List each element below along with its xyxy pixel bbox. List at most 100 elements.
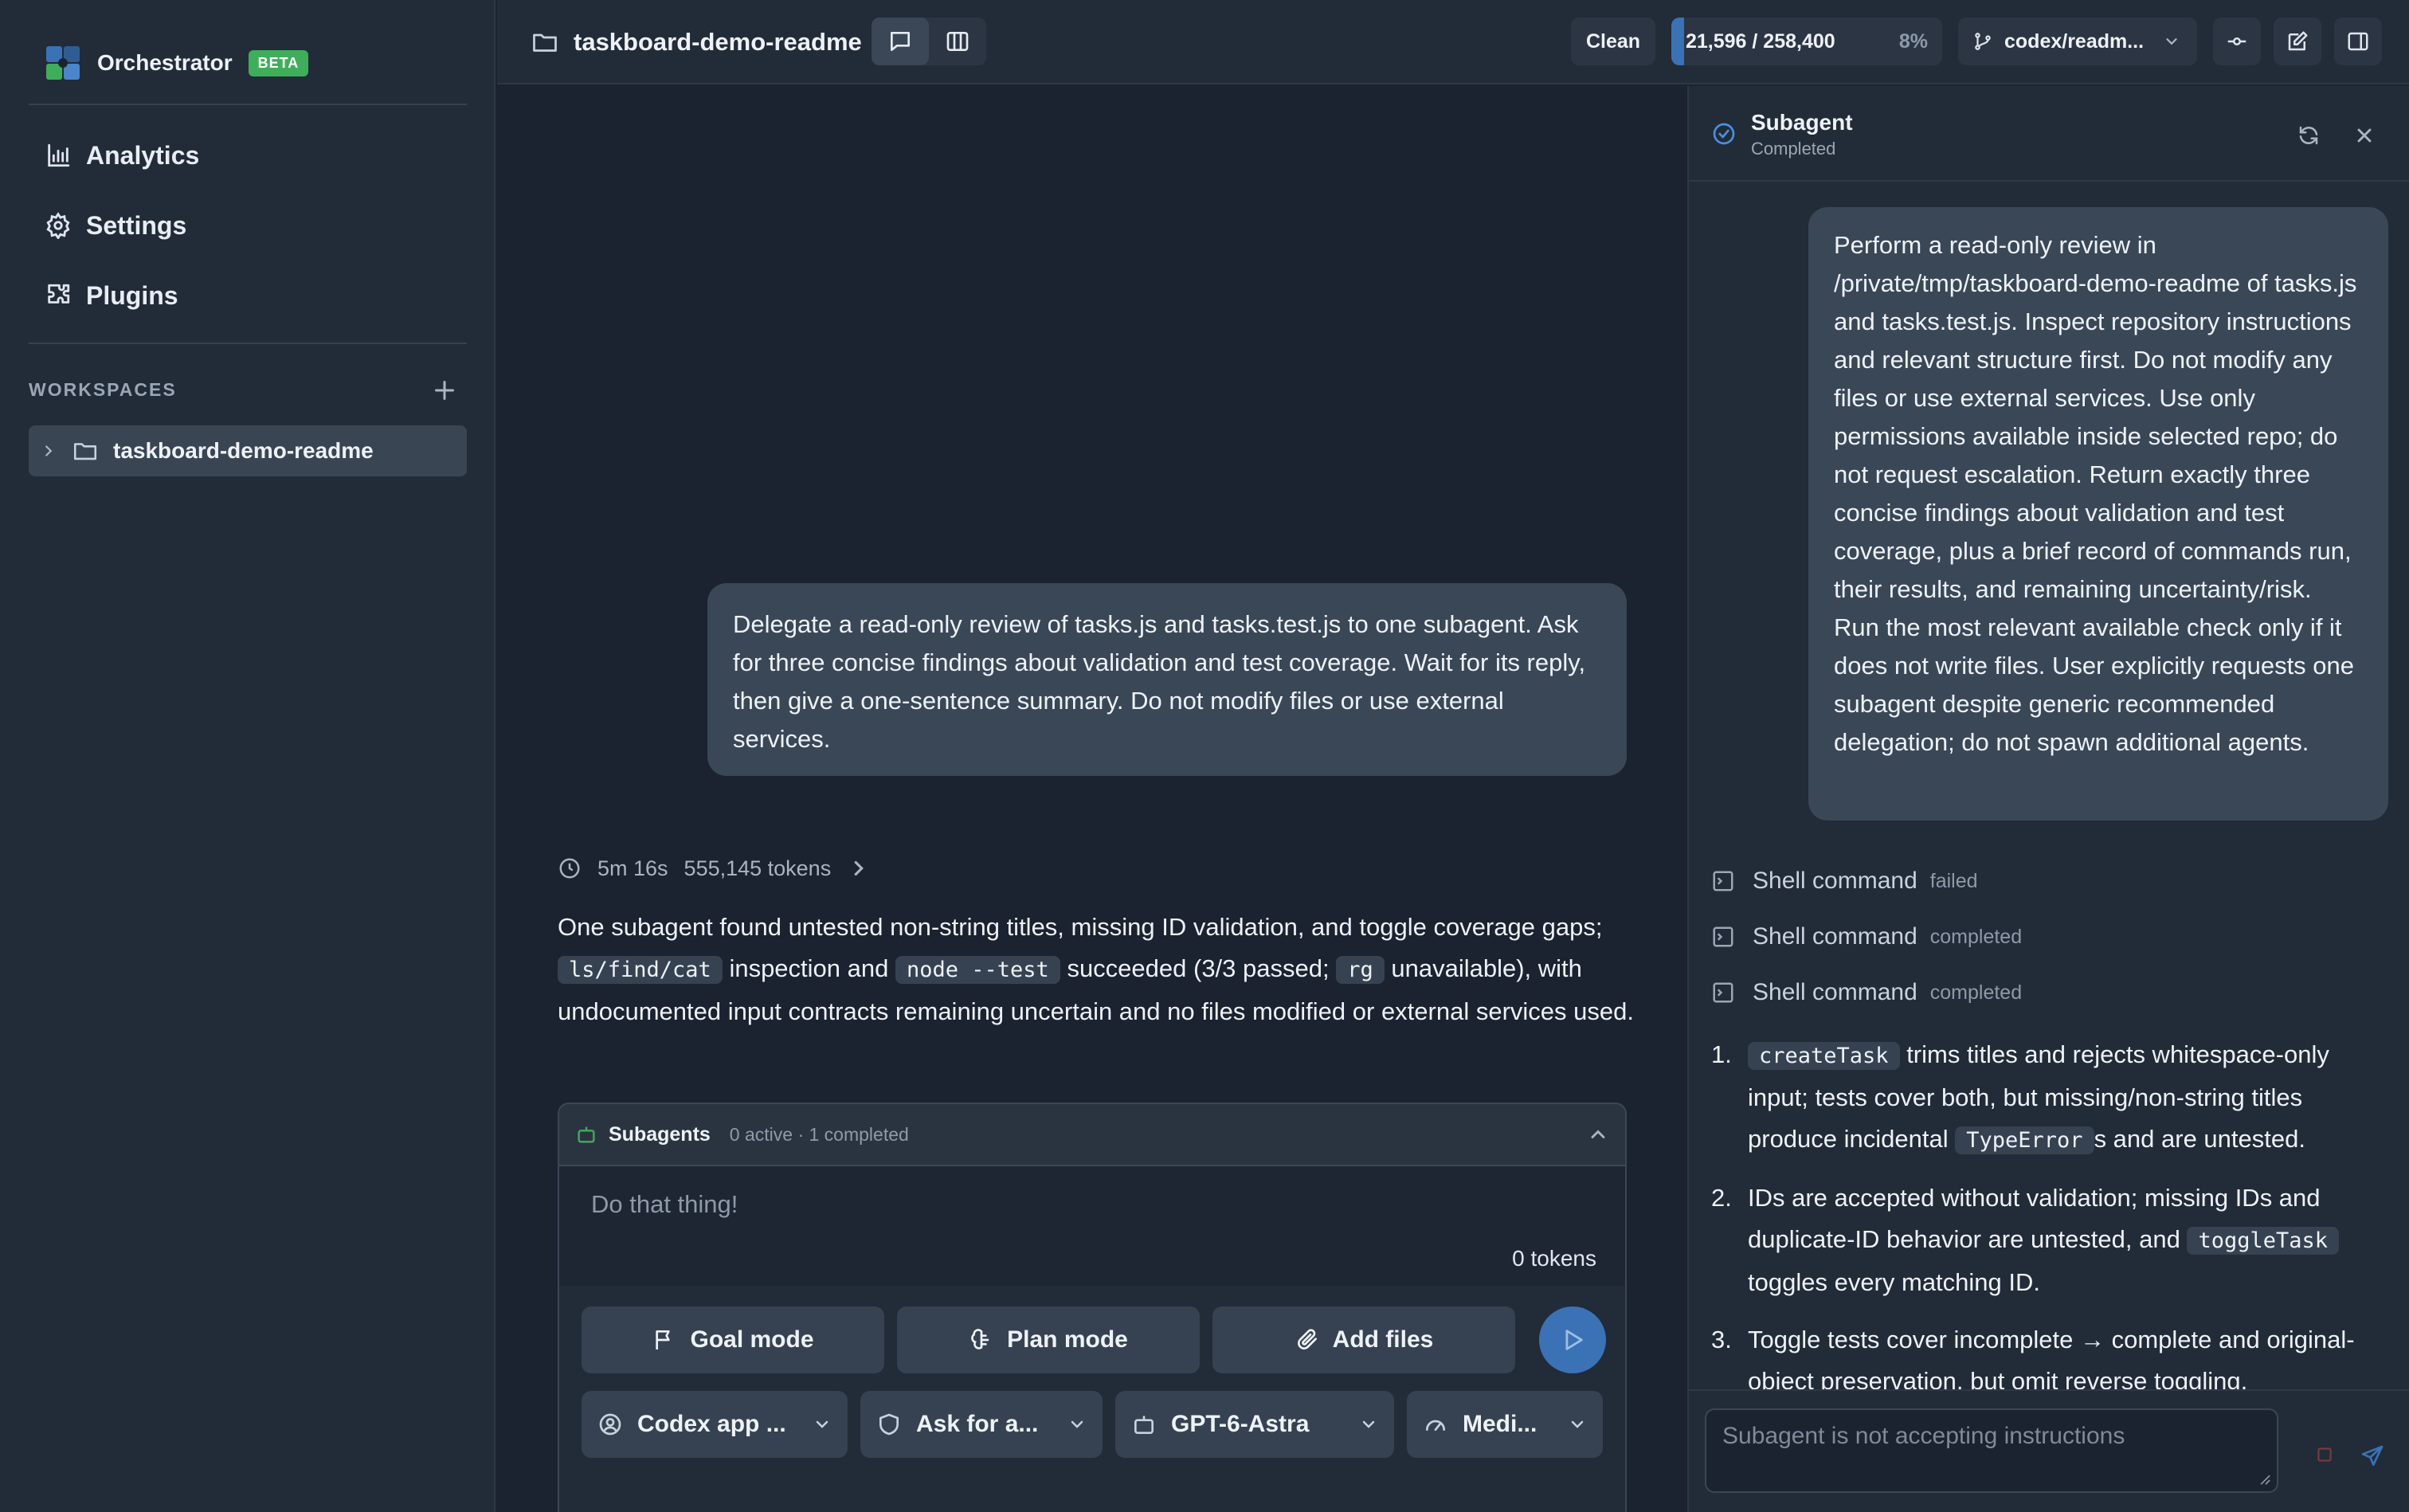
workspaces-heading: WORKSPACES	[29, 379, 177, 400]
chat-view-button[interactable]	[872, 18, 929, 65]
message-input[interactable]: Do that thing! 0 tokens	[559, 1166, 1625, 1286]
shell-command-status: failed	[1929, 869, 1978, 892]
panel-composer: Subagent is not accepting instructions	[1689, 1389, 2409, 1512]
inline-code: createTask	[1748, 1042, 1900, 1070]
mode-buttons: Goal mode Plan mode Add files	[582, 1306, 1515, 1373]
add-workspace-plus-icon[interactable]	[430, 376, 459, 405]
toggle-panel-button[interactable]	[2334, 18, 2382, 65]
chevron-right-icon[interactable]	[40, 442, 57, 460]
inline-code: TypeError	[1955, 1126, 2094, 1154]
summary-text: One subagent found untested non-string t…	[558, 913, 1603, 941]
goal-mode-button[interactable]: Goal mode	[582, 1306, 884, 1373]
stop-button[interactable]	[2310, 1440, 2339, 1469]
clock-icon	[559, 858, 580, 879]
resize-handle-icon[interactable]	[2256, 1471, 2272, 1487]
shell-command-item[interactable]: Shell command completed	[1711, 975, 2022, 1010]
sidebar-item-settings[interactable]: Settings	[29, 198, 467, 253]
robot-icon	[578, 1126, 595, 1143]
list-number: 2.	[1711, 1184, 1732, 1212]
orchestrator-logo-icon	[46, 46, 80, 80]
view-toggle	[872, 18, 986, 65]
chat-bubble-icon	[891, 32, 910, 51]
finding-text: s and are untested.	[2094, 1125, 2305, 1153]
terminal-icon	[1713, 871, 1733, 891]
gear-icon	[46, 212, 70, 239]
panel-title: Subagent	[1751, 110, 1853, 135]
shell-command-item[interactable]: Shell command failed	[1711, 864, 1978, 899]
git-branch-icon	[1975, 33, 1991, 50]
chat-area: Delegate a read-only review of tasks.js …	[497, 86, 1687, 1512]
message-placeholder: Do that thing!	[591, 1190, 738, 1218]
add-files-label: Add files	[1332, 1326, 1434, 1353]
shell-command-label: Shell command	[1753, 923, 1917, 950]
run-tokens: 555,145 tokens	[684, 856, 832, 880]
sidebar-right-icon	[2348, 32, 2368, 51]
plan-mode-label: Plan mode	[1007, 1326, 1128, 1353]
close-icon	[2357, 128, 2372, 143]
approval-select[interactable]: Ask for a...	[860, 1391, 1103, 1458]
inline-code: toggleTask	[2187, 1227, 2340, 1255]
sidebar-item-analytics[interactable]: Analytics	[29, 127, 467, 183]
folder-icon	[533, 33, 557, 52]
goal-mode-label: Goal mode	[690, 1326, 814, 1353]
sidebar-item-label: Analytics	[86, 140, 200, 170]
model-select-value: GPT-6-Astra	[1171, 1411, 1310, 1437]
chevron-right-icon[interactable]	[847, 856, 871, 880]
subagents-header[interactable]: Subagents 0 active · 1 completed	[559, 1104, 1625, 1166]
context-tokens: 21,596 / 258,400	[1686, 29, 1835, 53]
workspace-item[interactable]: taskboard-demo-readme	[29, 425, 467, 476]
paperclip-icon	[1297, 1329, 1317, 1349]
plan-mode-button[interactable]: Plan mode	[897, 1306, 1200, 1373]
list-item: 2. IDs are accepted without validation; …	[1711, 1177, 2388, 1303]
run-duration: 5m 16s	[597, 856, 668, 880]
context-usage-fill	[1671, 18, 1684, 65]
app-name: Orchestrator	[97, 50, 233, 75]
instruction-placeholder: Subagent is not accepting instructions	[1722, 1423, 2125, 1449]
brain-icon	[971, 1329, 989, 1349]
commit-button[interactable]	[2213, 18, 2261, 65]
subagents-title: Subagents	[609, 1122, 711, 1146]
columns-view-button[interactable]	[929, 18, 986, 65]
subagent-instruction-input[interactable]: Subagent is not accepting instructions	[1705, 1408, 2278, 1493]
context-percent: 8%	[1898, 29, 1928, 53]
context-usage[interactable]: 21,596 / 258,400 8%	[1671, 18, 1942, 65]
sidebar-item-plugins[interactable]: Plugins	[29, 268, 467, 323]
send-instruction-button[interactable]	[2356, 1440, 2388, 1472]
new-chat-button[interactable]	[2274, 18, 2321, 65]
close-panel-button[interactable]	[2348, 119, 2380, 151]
panel-header: Subagent Completed	[1711, 110, 1853, 159]
add-files-button[interactable]: Add files	[1212, 1306, 1515, 1373]
stop-icon	[2317, 1447, 2332, 1462]
send-button[interactable]	[1539, 1306, 1606, 1373]
puzzle-icon	[48, 284, 70, 304]
run-meta[interactable]: 5m 16s 555,145 tokens	[558, 852, 871, 884]
app-select[interactable]: Codex app ...	[582, 1391, 848, 1458]
chevron-up-icon[interactable]	[1587, 1123, 1609, 1146]
shell-command-item[interactable]: Shell command completed	[1711, 919, 2022, 954]
shield-icon	[879, 1413, 899, 1436]
check-circle-icon	[1713, 123, 1735, 145]
chart-bar-icon	[48, 143, 70, 167]
refresh-icon	[2299, 126, 2318, 145]
workspace-label: taskboard-demo-readme	[113, 438, 374, 463]
subagents-status: 0 active · 1 completed	[729, 1123, 909, 1145]
effort-select[interactable]: Medi...	[1407, 1391, 1603, 1458]
git-commit-icon	[2227, 37, 2246, 45]
git-status-badge[interactable]: Clean	[1571, 18, 1655, 65]
summary-text: inspection and	[729, 954, 889, 982]
model-select[interactable]: GPT-6-Astra	[1115, 1391, 1394, 1458]
token-count: 0 tokens	[1512, 1246, 1596, 1271]
shell-command-status: completed	[1929, 981, 2023, 1004]
subagent-prompt: Perform a read-only review in /private/t…	[1808, 207, 2388, 821]
refresh-button[interactable]	[2293, 119, 2325, 151]
play-icon	[1565, 1330, 1583, 1350]
list-item: 1. createTask trims titles and rejects w…	[1711, 1034, 2388, 1161]
branch-selector[interactable]: codex/readm...	[1958, 18, 2197, 65]
brand: Orchestrator BETA	[45, 43, 309, 83]
user-circle-icon	[599, 1413, 621, 1436]
edit-icon	[2288, 31, 2308, 51]
sidebar-item-label: Settings	[86, 210, 187, 240]
composer-selects: Codex app ... Ask for a... GPT-6-Astra M…	[582, 1391, 1603, 1458]
sidebar: Orchestrator BETA Analytics Settings Plu…	[0, 0, 496, 1512]
flag-icon	[656, 1330, 671, 1349]
